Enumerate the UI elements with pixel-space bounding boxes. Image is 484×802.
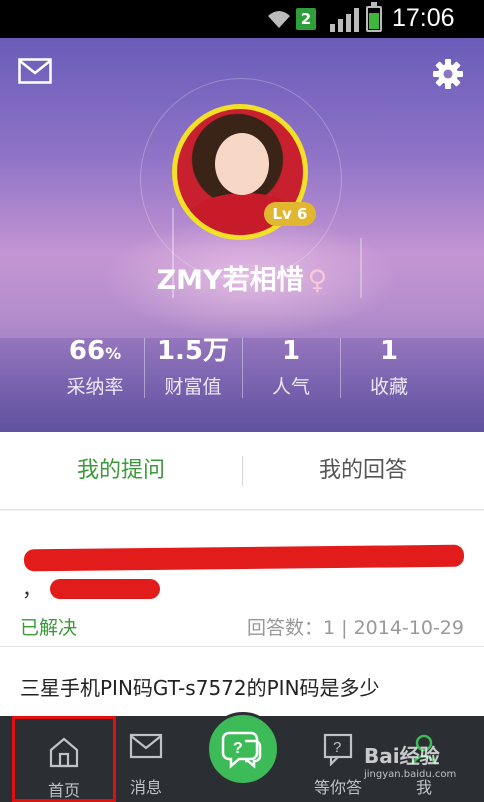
gear-icon — [433, 59, 463, 89]
stat-label: 人气 — [271, 376, 310, 398]
ask-question-button[interactable]: ? — [206, 712, 280, 786]
battery-icon — [366, 2, 382, 32]
answer-count-date: 回答数：1 | 2014-10-29 — [247, 617, 464, 639]
stat-value: 1 — [281, 336, 301, 366]
stat-adoption-rate[interactable]: 66% 采纳率 — [46, 334, 144, 404]
question-list: ， 已解决 回答数：1 | 2014-10-29 三星手机PIN码GT-s757… — [0, 511, 484, 727]
profile-stats: 66% 采纳率 1.5万 财富值 1 人气 1 收藏 — [46, 334, 438, 404]
stat-value: 66 — [68, 336, 106, 366]
settings-button[interactable] — [432, 58, 464, 90]
question-box-icon: ? — [323, 733, 353, 766]
envelope-icon — [18, 58, 52, 84]
question-title-fragment: ， — [22, 577, 42, 601]
ask-icon: ? — [221, 731, 262, 769]
stat-label: 财富值 — [164, 376, 222, 398]
wifi-icon — [268, 11, 290, 28]
nav-messages[interactable]: 消息 — [98, 716, 194, 802]
mail-icon — [129, 733, 163, 759]
redaction-mark — [23, 544, 465, 572]
question-title: 三星手机PIN码GT-s7572的PIN码是多少 — [20, 676, 380, 700]
list-item[interactable]: ， 已解决 回答数：1 | 2014-10-29 — [0, 511, 484, 647]
watermark-url: jingyan.baidu.com — [364, 769, 457, 780]
status-time: 17:06 — [392, 4, 455, 32]
stat-unit: % — [105, 344, 122, 363]
gender-icon: ♀ — [307, 265, 328, 296]
username: ZMY若相惜 ♀ — [0, 258, 484, 297]
svg-text:?: ? — [333, 739, 341, 756]
tab-my-answers[interactable]: 我的回答 — [242, 432, 484, 509]
status-badge: 已解决 — [20, 617, 78, 639]
level-badge: Lv 6 — [264, 202, 316, 226]
stat-value: 1 — [379, 336, 399, 366]
tab-divider — [242, 456, 243, 486]
mail-button[interactable] — [18, 58, 52, 84]
redaction-mark — [50, 579, 160, 599]
stat-label: 收藏 — [369, 376, 408, 398]
profile-header: Lv 6 ZMY若相惜 ♀ 66% 采纳率 1.5万 财富值 1 人气 1 收藏 — [0, 38, 484, 432]
stat-popularity[interactable]: 1 人气 — [242, 334, 340, 404]
home-icon — [49, 737, 79, 768]
stat-value: 1.5万 — [156, 336, 230, 366]
status-bar: 2 17:06 — [0, 0, 484, 38]
signal-icon — [330, 8, 359, 32]
tab-my-questions[interactable]: 我的提问 — [0, 432, 242, 509]
stat-label: 采纳率 — [66, 376, 124, 398]
redacted-question-title: ， — [20, 529, 465, 605]
stat-wealth[interactable]: 1.5万 财富值 — [144, 334, 242, 404]
nav-label: 消息 — [129, 778, 162, 797]
username-text: ZMY若相惜 — [156, 265, 304, 296]
sim-badge: 2 — [296, 8, 316, 30]
stat-favorites[interactable]: 1 收藏 — [340, 334, 438, 404]
svg-text:?: ? — [233, 740, 243, 757]
question-answer-tabs: 我的提问 我的回答 — [0, 432, 484, 510]
watermark-brand: Bai经验 — [364, 744, 440, 768]
watermark: Bai经验 jingyan.baidu.com — [364, 740, 456, 780]
